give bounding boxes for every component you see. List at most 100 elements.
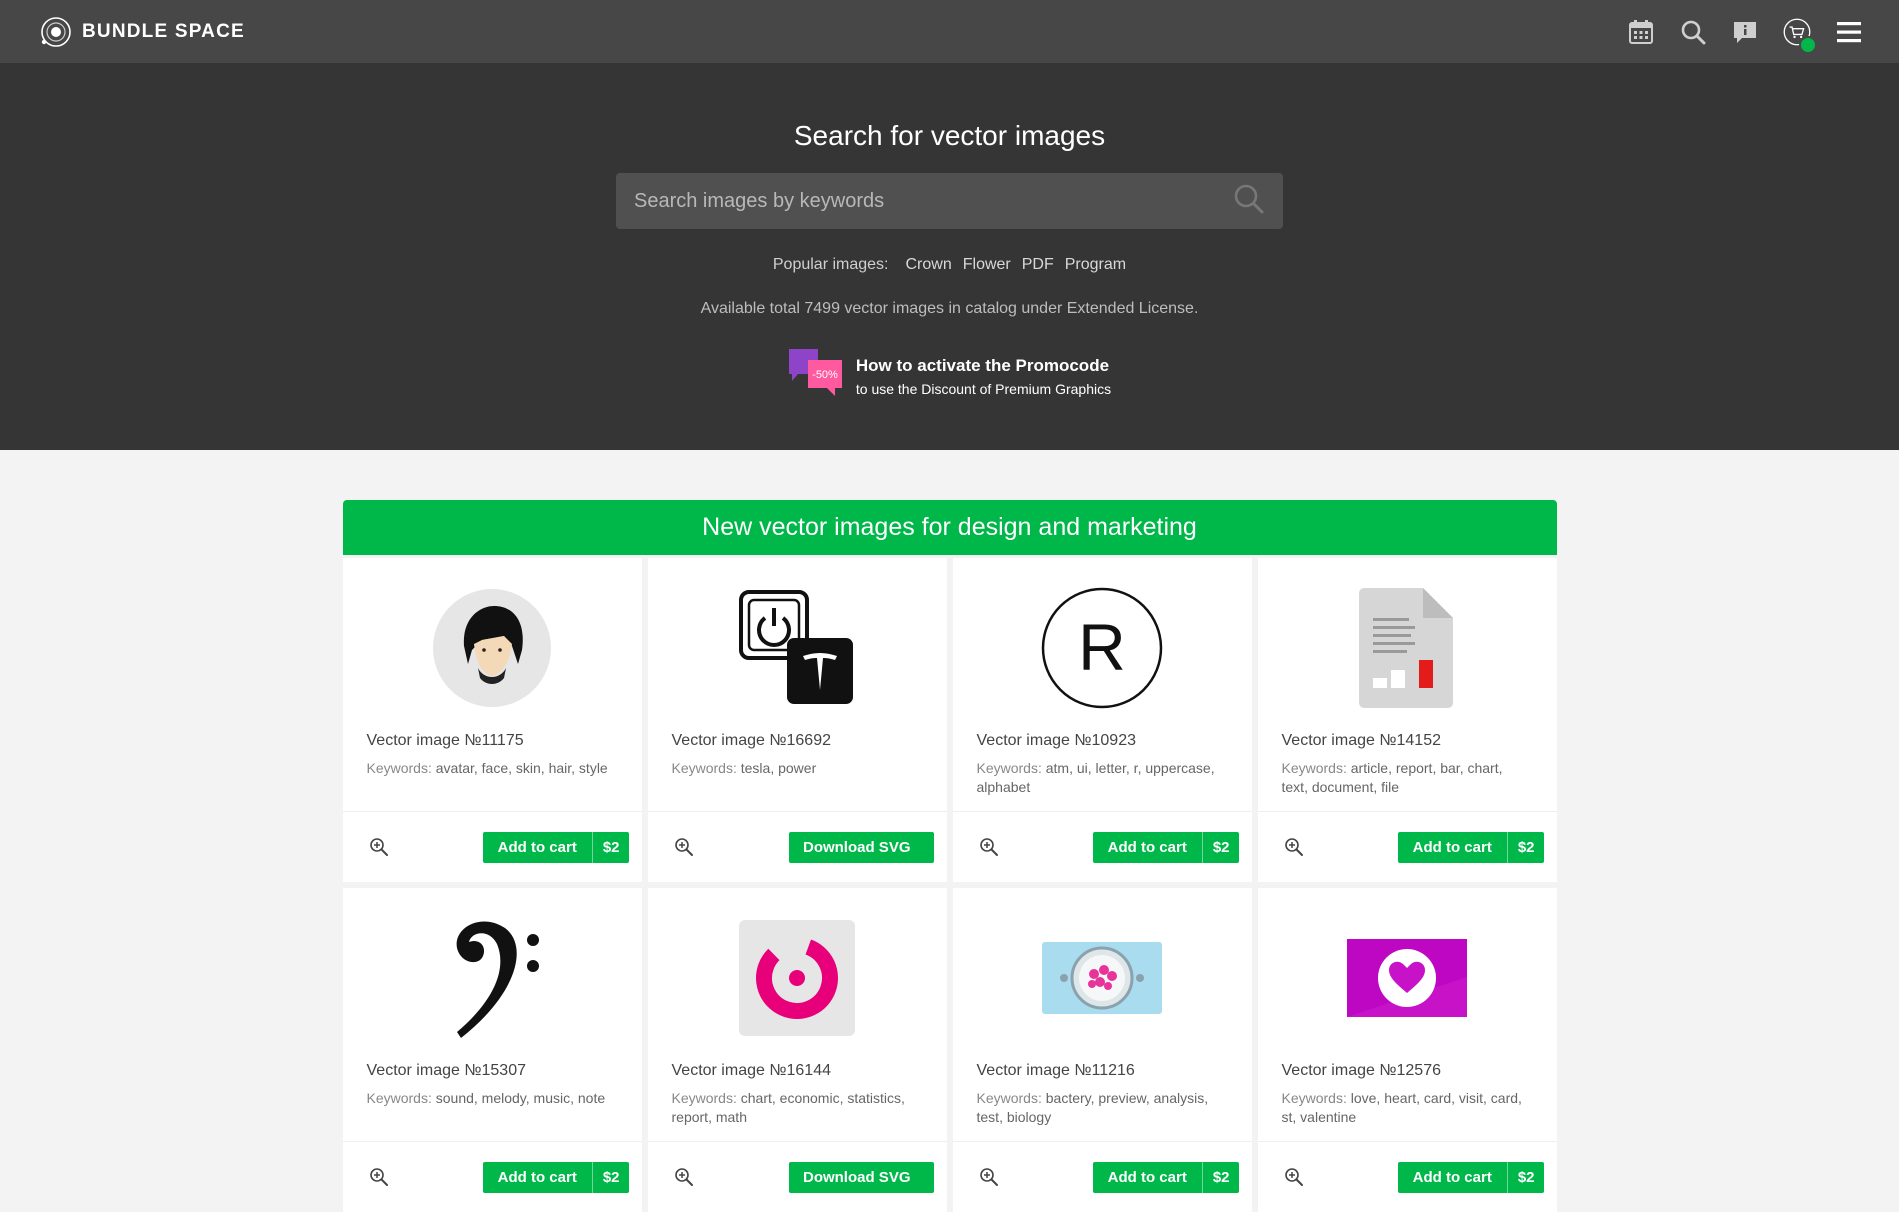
image-thumbnail[interactable] <box>953 914 1252 1042</box>
zoom-icon[interactable] <box>979 837 999 857</box>
brand-logo[interactable]: BUNDLE SPACE <box>38 14 245 50</box>
popular-link-flower[interactable]: Flower <box>963 256 1011 274</box>
zoom-icon[interactable] <box>1284 837 1304 857</box>
zoom-icon[interactable] <box>369 1167 389 1187</box>
image-title[interactable]: Vector image №11216 <box>977 1062 1252 1080</box>
promo-subtitle: to use the Discount of Premium Graphics <box>855 381 1112 397</box>
card-footer: Add to cart $2 <box>952 811 1252 882</box>
add-to-cart-button[interactable]: Add to cart $2 <box>1397 1161 1544 1193</box>
zoom-icon[interactable] <box>674 1167 694 1187</box>
image-title[interactable]: Vector image №16144 <box>672 1062 947 1080</box>
image-title[interactable]: Vector image №12576 <box>1282 1062 1557 1080</box>
popular-label: Popular images: <box>772 256 889 273</box>
document-chart-icon <box>1359 588 1453 708</box>
add-to-cart-label: Add to cart <box>1412 838 1492 856</box>
image-card: Vector image №12576 Keywords: love, hear… <box>1257 888 1557 1212</box>
download-label: Download SVG <box>802 838 911 856</box>
image-card: Vector image №11216 Keywords: bactery, p… <box>952 888 1252 1212</box>
info-icon[interactable] <box>1731 18 1759 46</box>
card-footer: Download SVG <box>647 811 947 882</box>
promo-bubble-icon: -50% <box>788 348 844 405</box>
new-images-section: New vector images for design and marketi… <box>342 500 1557 1212</box>
search-input[interactable] <box>634 189 1233 213</box>
zoom-icon[interactable] <box>1284 1167 1304 1187</box>
image-title[interactable]: Vector image №15307 <box>367 1062 642 1080</box>
avatar-face-icon <box>433 589 551 707</box>
image-title[interactable]: Vector image №16692 <box>672 732 947 750</box>
popular-link-program[interactable]: Program <box>1065 256 1126 274</box>
image-title[interactable]: Vector image №14152 <box>1282 732 1557 750</box>
keywords-label: Keywords: <box>1281 760 1347 776</box>
download-svg-button[interactable]: Download SVG <box>788 1161 934 1193</box>
download-svg-button[interactable]: Download SVG <box>788 831 934 863</box>
hero-search-section: Search for vector images Popular images:… <box>0 63 1899 450</box>
image-keywords: Keywords: love, heart, card, visit, card… <box>1282 1089 1533 1129</box>
popular-link-crown[interactable]: Crown <box>906 256 952 274</box>
search-icon[interactable] <box>1679 18 1707 46</box>
brand-name: BUNDLE SPACE <box>82 20 245 42</box>
keywords-value: sound, melody, music, note <box>435 1090 606 1106</box>
image-title[interactable]: Vector image №10923 <box>977 732 1252 750</box>
keywords-value: avatar, face, skin, hair, style <box>435 760 608 776</box>
add-to-cart-button[interactable]: Add to cart $2 <box>1397 831 1544 863</box>
image-keywords: Keywords: bactery, preview, analysis, te… <box>977 1089 1228 1129</box>
add-to-cart-button[interactable]: Add to cart $2 <box>482 1161 629 1193</box>
price-tag: $2 <box>1506 831 1544 863</box>
catalog-total: Available total 7499 vector images in ca… <box>700 300 1199 317</box>
zoom-icon[interactable] <box>979 1167 999 1187</box>
cart-status-dot <box>1799 35 1817 54</box>
image-title[interactable]: Vector image №11175 <box>367 732 642 750</box>
zoom-icon[interactable] <box>369 837 389 857</box>
promo-title: How to activate the Promocode <box>855 356 1110 375</box>
keywords-label: Keywords: <box>976 760 1042 776</box>
image-card: Vector image №15307 Keywords: sound, mel… <box>342 888 642 1212</box>
keywords-label: Keywords: <box>366 760 432 776</box>
card-footer: Add to cart $2 <box>342 1141 642 1212</box>
card-footer: Add to cart $2 <box>952 1141 1252 1212</box>
image-thumbnail[interactable] <box>648 914 947 1042</box>
image-thumbnail[interactable]: R <box>953 584 1252 712</box>
menu-icon[interactable] <box>1835 18 1863 46</box>
petri-dish-icon <box>1042 942 1162 1014</box>
add-to-cart-button[interactable]: Add to cart $2 <box>1092 831 1239 863</box>
donut-chart-icon <box>739 920 855 1036</box>
image-thumbnail[interactable] <box>343 584 642 712</box>
price-tag: $2 <box>591 831 629 863</box>
card-footer: Add to cart $2 <box>342 811 642 882</box>
keywords-label: Keywords: <box>671 760 737 776</box>
keywords-label: Keywords: <box>1281 1090 1347 1106</box>
image-grid: Vector image №11175 Keywords: avatar, fa… <box>342 558 1557 1212</box>
search-submit-icon[interactable] <box>1233 183 1265 220</box>
calendar-icon[interactable] <box>1627 18 1655 46</box>
tesla-power-icon <box>739 590 853 704</box>
zoom-icon[interactable] <box>674 837 694 857</box>
image-thumbnail[interactable] <box>1258 914 1557 1042</box>
image-thumbnail[interactable] <box>648 584 947 712</box>
promocode-link[interactable]: -50% How to activate the Promocode to us… <box>788 348 1111 405</box>
add-to-cart-label: Add to cart <box>1107 1168 1187 1186</box>
promo-badge: -50% <box>812 369 838 381</box>
image-keywords: Keywords: atm, ui, letter, r, uppercase,… <box>977 759 1228 799</box>
hero-title: Search for vector images <box>793 120 1106 151</box>
cart-icon[interactable] <box>1783 18 1817 54</box>
logo-icon <box>38 14 74 50</box>
bass-clef-icon <box>456 921 539 1038</box>
top-navigation-bar: BUNDLE SPACE <box>0 0 1899 63</box>
section-title: New vector images for design and marketi… <box>342 500 1557 555</box>
image-keywords: Keywords: article, report, bar, chart, t… <box>1282 759 1533 799</box>
popular-link-pdf[interactable]: PDF <box>1022 256 1054 274</box>
image-thumbnail[interactable] <box>343 914 642 1042</box>
image-keywords: Keywords: chart, economic, statistics, r… <box>672 1089 923 1129</box>
add-to-cart-label: Add to cart <box>1412 1168 1492 1186</box>
image-keywords: Keywords: tesla, power <box>672 759 923 799</box>
top-actions <box>1627 18 1863 54</box>
add-to-cart-label: Add to cart <box>497 1168 577 1186</box>
price-tag: $2 <box>591 1161 629 1193</box>
add-to-cart-button[interactable]: Add to cart $2 <box>1092 1161 1239 1193</box>
image-card: Vector image №16144 Keywords: chart, eco… <box>647 888 947 1212</box>
image-thumbnail[interactable] <box>1258 584 1557 712</box>
add-to-cart-button[interactable]: Add to cart $2 <box>482 831 629 863</box>
svg-text:R: R <box>1078 610 1126 684</box>
letter-r-icon: R <box>1041 587 1163 709</box>
add-to-cart-label: Add to cart <box>1107 838 1187 856</box>
